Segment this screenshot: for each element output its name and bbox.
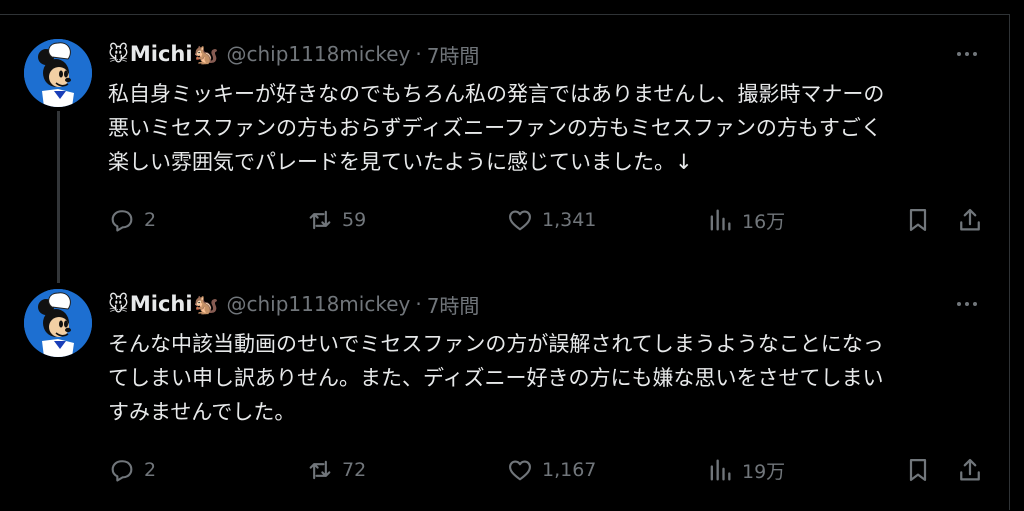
tweet[interactable]: 🐭 Michi 🐿️ @chip1118mickey · 7時間 そんな中該当動… — [0, 265, 1010, 511]
user-handle[interactable]: @chip1118mickey — [226, 292, 410, 316]
bookmark-icon — [909, 458, 927, 482]
mickey-chef-avatar-icon — [24, 39, 92, 107]
speech-bubble-icon — [111, 210, 133, 232]
reply-count: 2 — [144, 459, 157, 481]
user-handle[interactable]: @chip1118mickey — [226, 42, 410, 66]
avatar[interactable] — [24, 289, 92, 357]
separator-dot: · — [415, 42, 422, 66]
reply-count: 2 — [144, 209, 157, 231]
repost-arrows-icon — [309, 210, 331, 230]
like-count: 1,341 — [542, 209, 597, 231]
heart-icon — [509, 460, 531, 481]
timestamp[interactable]: 7時間 — [427, 40, 480, 69]
reply-button[interactable]: 2 — [108, 205, 156, 235]
repost-count: 72 — [342, 459, 367, 481]
timeline-thread: 🐭 Michi 🐿️ @chip1118mickey · 7時間 私自身ミッキー… — [0, 14, 1010, 510]
more-dots-icon[interactable] — [952, 43, 982, 65]
repost-arrows-icon — [309, 460, 331, 480]
action-bar: 2 72 1,167 19万 — [108, 455, 988, 485]
timestamp[interactable]: 7時間 — [427, 290, 480, 319]
display-name[interactable]: Michi — [130, 292, 193, 316]
repost-button[interactable]: 72 — [306, 455, 366, 485]
like-button[interactable]: 1,167 — [506, 455, 596, 485]
share-upload-icon — [960, 458, 980, 481]
mouse-emoji: 🐭 — [108, 42, 129, 66]
bookmark-icon — [909, 208, 927, 232]
bookmark-button[interactable] — [904, 455, 932, 485]
repost-count: 59 — [342, 209, 367, 231]
chipmunk-emoji: 🐿️ — [193, 42, 219, 66]
bar-chart-icon — [710, 209, 731, 231]
share-button[interactable] — [956, 455, 984, 485]
share-button[interactable] — [956, 205, 984, 235]
tweet[interactable]: 🐭 Michi 🐿️ @chip1118mickey · 7時間 私自身ミッキー… — [0, 15, 1010, 283]
reply-button[interactable]: 2 — [108, 455, 156, 485]
views-count: 16万 — [742, 210, 786, 233]
heart-icon — [509, 210, 531, 231]
thread-connector — [57, 111, 60, 283]
repost-button[interactable]: 59 — [306, 205, 366, 235]
tweet-header: 🐭 Michi 🐿️ @chip1118mickey · 7時間 — [108, 39, 479, 69]
avatar[interactable] — [24, 39, 92, 107]
display-name[interactable]: Michi — [130, 42, 193, 66]
views-button[interactable]: 16万 — [706, 205, 785, 235]
mickey-chef-avatar-icon — [24, 289, 92, 357]
more-dots-icon[interactable] — [952, 293, 982, 315]
tweet-text: そんな中該当動画のせいでミセスファンの方が誤解されてしまうようなことになっ てし… — [108, 332, 884, 424]
separator-dot: · — [415, 292, 422, 316]
views-button[interactable]: 19万 — [706, 455, 785, 485]
views-count: 19万 — [742, 460, 786, 483]
like-count: 1,167 — [542, 459, 597, 481]
chipmunk-emoji: 🐿️ — [193, 292, 219, 316]
action-bar: 2 59 1,341 16万 — [108, 205, 988, 235]
bookmark-button[interactable] — [904, 205, 932, 235]
like-button[interactable]: 1,341 — [506, 205, 596, 235]
tweet-header: 🐭 Michi 🐿️ @chip1118mickey · 7時間 — [108, 289, 479, 319]
mouse-emoji: 🐭 — [108, 292, 129, 316]
bar-chart-icon — [710, 459, 731, 481]
speech-bubble-icon — [111, 460, 133, 482]
share-upload-icon — [960, 208, 980, 231]
tweet-text: 私自身ミッキーが好きなのでもちろん私の発言ではありませんし、撮影時マナーの 悪い… — [108, 82, 885, 174]
